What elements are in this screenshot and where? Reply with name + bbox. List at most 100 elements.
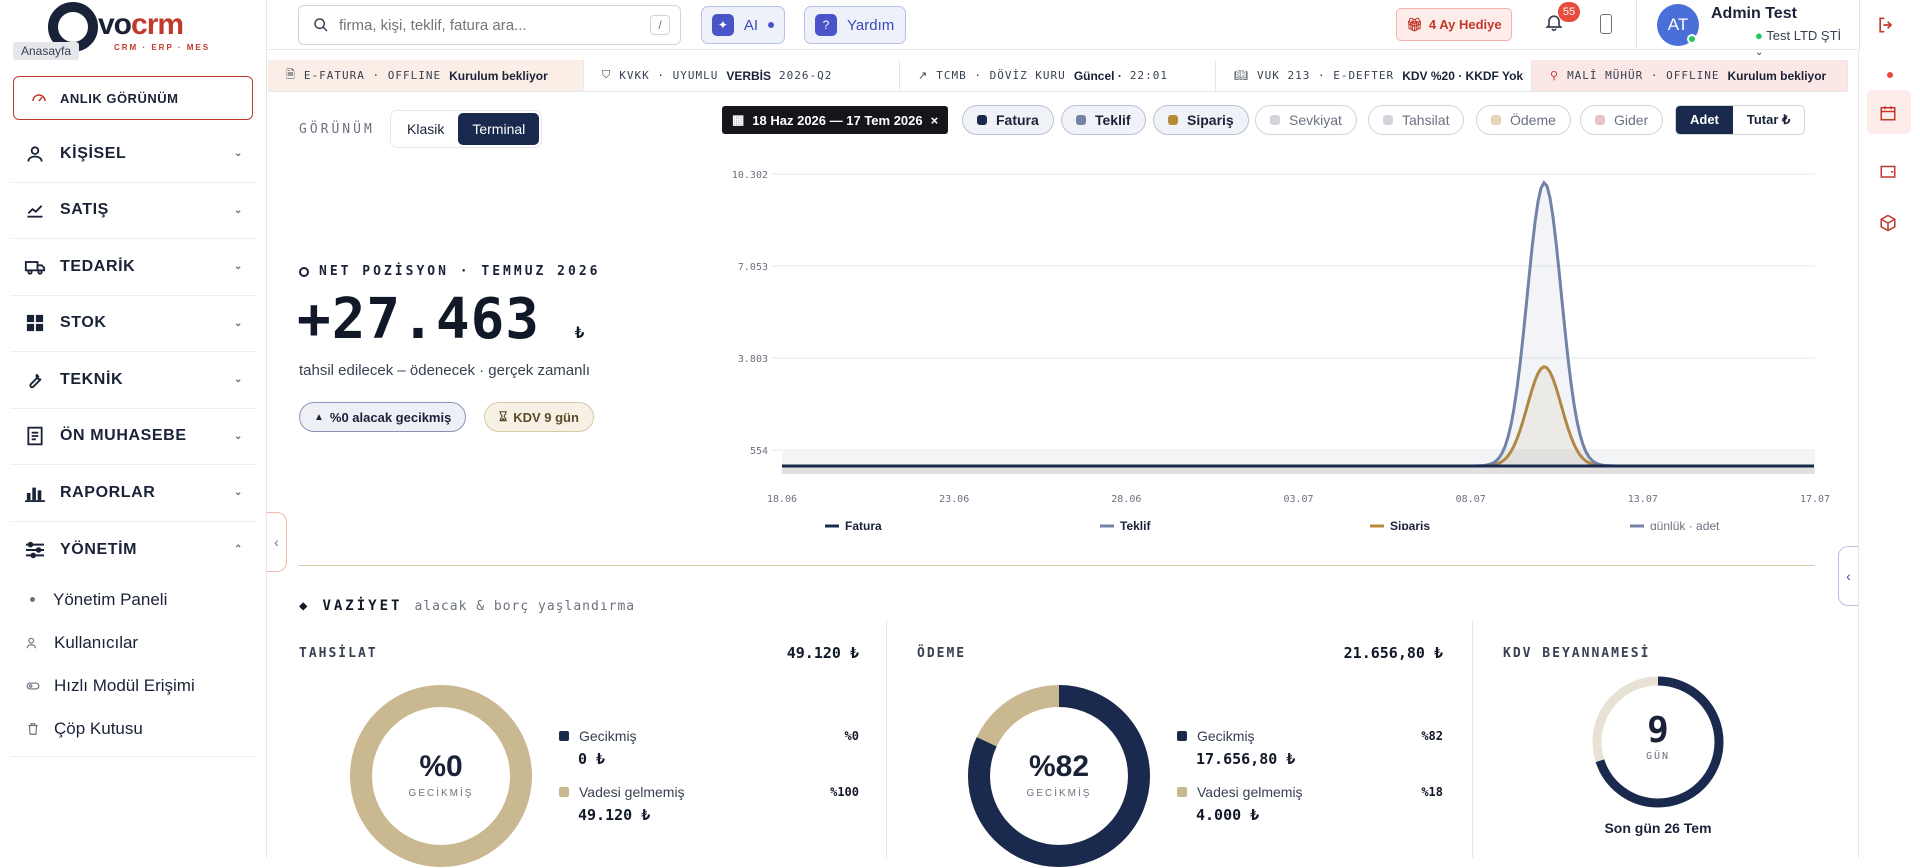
filter-chip-fatura[interactable]: Fatura	[962, 105, 1054, 135]
x-tick-label: 08.07	[1456, 494, 1486, 505]
live-view-button[interactable]: ANLIK GÖRÜNÜM	[13, 76, 253, 120]
logo-accent: crm	[131, 8, 184, 41]
subnav-kullanicilar[interactable]: Kullanıcılar	[10, 621, 257, 664]
chevron-down-icon: ⌄	[234, 204, 243, 216]
legend-label: Gecikmiş	[1197, 728, 1255, 744]
gift-button[interactable]: 🎁︎ 4 Ay Hediye	[1396, 8, 1512, 41]
x-tick-label: 18.06	[767, 494, 797, 505]
wallet-icon[interactable]	[1879, 162, 1897, 185]
logout-icon[interactable]	[1859, 0, 1911, 50]
right-panel-collapse-button[interactable]: ‹	[1838, 546, 1858, 606]
net-value: +27.463	[297, 287, 541, 352]
overdue-pill-label: %0 alacak gecikmiş	[329, 409, 452, 425]
calendar-icon: ▦	[732, 112, 745, 127]
swatch	[1076, 115, 1086, 125]
search-input[interactable]	[339, 16, 639, 34]
status-val: VERBİS	[726, 68, 772, 83]
filter-chip-tahsilat[interactable]: Tahsilat	[1368, 105, 1465, 135]
nav-stok[interactable]: STOK ⌄	[10, 296, 257, 352]
legend-pct: %18	[1421, 785, 1443, 799]
status-key: TCMB · DÖVİZ KURU	[936, 69, 1066, 82]
filter-label: Fatura	[996, 112, 1039, 128]
logo-text: vo	[98, 8, 132, 41]
nav-label: RAPORLAR	[60, 483, 156, 501]
legend-label: Vadesi gelmemiş	[1197, 784, 1303, 800]
filter-label: Tahsilat	[1402, 112, 1450, 128]
unit-adet[interactable]: Adet	[1676, 106, 1733, 134]
hourglass-icon: ⌛︎	[499, 409, 508, 424]
date-range-filter[interactable]: ▦ 18 Haz 2026 — 17 Tem 2026 ×	[722, 106, 949, 134]
trash-icon	[28, 722, 38, 735]
kdv-days: 9 GÜN	[1588, 710, 1728, 762]
right-rail	[1858, 50, 1920, 858]
status-tcmb[interactable]: ↗ TCMB · DÖVİZ KURU Güncel · 22:01	[900, 60, 1216, 92]
subnav-hizli-modul[interactable]: Hızlı Modül Erişimi	[10, 664, 257, 707]
filter-label: Gider	[1614, 112, 1649, 128]
kdv-days-value: 9	[1647, 710, 1669, 751]
nav-label: YÖNETİM	[60, 540, 138, 558]
status-vuk[interactable]: 📖︎ VUK 213 · E-DEFTER KDV %20 · KKDF Yok	[1216, 60, 1532, 92]
nav-label: TEDARİK	[60, 257, 136, 275]
activity-chart: 10.302 7.053 3.803 554 18.06 23.06 28.06 03.07 0…	[732, 170, 1830, 530]
subnav-yonetim-paneli[interactable]: Yönetim Paneli	[10, 578, 257, 621]
view-terminal[interactable]: Terminal	[458, 113, 540, 145]
sparkle-icon: ✦	[712, 14, 734, 36]
x-tick-label: 03.07	[1283, 494, 1313, 505]
sidebar: vocrm CRM · ERP · MES Anasayfa ANLIK GÖR…	[0, 0, 267, 858]
status-mali-muhur[interactable]: ⚲ MALİ MÜHÜR · OFFLINE Kurulum bekliyor	[1532, 60, 1848, 92]
subnav-cop-kutusu[interactable]: Çöp Kutusu	[10, 707, 257, 750]
view-klasik[interactable]: Klasik	[393, 113, 458, 145]
seal-icon: ⚲	[1550, 70, 1560, 82]
nav-on-muhasebe[interactable]: ÖN MUHASEBE ⌄	[10, 409, 257, 465]
unit-tutar[interactable]: Tutar ₺	[1733, 106, 1804, 134]
chevron-left-icon: ‹	[1846, 568, 1851, 584]
status-key: E-FATURA · OFFLINE	[303, 69, 442, 82]
nav-satis[interactable]: SATIŞ ⌄	[10, 183, 257, 239]
status-kvkk[interactable]: ⛉ KVKK · UYUMLU VERBİS 2026-Q2	[584, 60, 900, 92]
legend-not-due: Vadesi gelmemiş	[559, 784, 685, 800]
kdv-days-label: GÜN	[1645, 751, 1671, 762]
topbar: / ✦ AI ? Yardım 🎁︎ 4 Ay Hediye 55 AT Admin …	[268, 0, 1892, 58]
chevron-up-icon: ⌃	[234, 543, 243, 555]
filter-chip-sipariş[interactable]: Sipariş	[1153, 105, 1249, 135]
nav-yonetim[interactable]: YÖNETİM ⌃	[10, 522, 257, 579]
sidebar-collapse-button[interactable]: ‹	[267, 512, 287, 572]
gift-label: 4 Ay Hediye	[1428, 17, 1502, 32]
help-button[interactable]: ? Yardım	[804, 6, 906, 44]
filter-chip-ödeme[interactable]: Ödeme	[1476, 105, 1571, 135]
mobile-icon[interactable]	[1600, 14, 1612, 34]
filter-chip-gider[interactable]: Gider	[1580, 105, 1664, 135]
ai-button[interactable]: ✦ AI	[701, 6, 785, 44]
card-separator	[886, 620, 887, 858]
legend-label: Sipariş	[1390, 519, 1430, 530]
overdue-pill[interactable]: ▲ %0 alacak gecikmiş	[299, 402, 467, 432]
gift-icon: 🎁︎	[1406, 16, 1423, 32]
ai-label: AI	[743, 16, 759, 34]
status-val: KDV %20 · KKDF Yok	[1402, 68, 1524, 83]
y-tick-label: 10.302	[732, 170, 768, 181]
search-box[interactable]: /	[298, 5, 681, 45]
box-icon[interactable]	[1879, 214, 1897, 237]
date-range-label: 18 Haz 2026 — 17 Tem 2026	[752, 112, 923, 128]
legend-label: Gecikmiş	[579, 728, 637, 744]
nav-tedarik[interactable]: TEDARİK ⌄	[10, 239, 257, 296]
status-efatura[interactable]: 🗎︎ E-FATURA · OFFLINE Kurulum bekliyor	[268, 60, 584, 92]
nav-teknik[interactable]: TEKNİK ⌄	[10, 352, 257, 409]
nav-label: STOK	[60, 314, 107, 332]
subnav-label: Yönetim Paneli	[53, 589, 168, 609]
user-menu[interactable]: AT Admin Test ● Test LTD ŞTİ ⌄	[1636, 0, 1846, 58]
y-tick-label: 3.803	[738, 354, 768, 365]
help-icon: ?	[815, 14, 837, 36]
nav-kisisel[interactable]: KİŞİSEL ⌄	[10, 126, 257, 183]
nav-raporlar[interactable]: RAPORLAR ⌄	[10, 465, 257, 522]
swatch	[977, 115, 987, 125]
kdv-pill[interactable]: ⌛︎ KDV 9 gün	[484, 402, 594, 432]
close-icon[interactable]: ×	[931, 113, 939, 128]
filter-chip-sevkiyat[interactable]: Sevkiyat	[1255, 105, 1357, 135]
filter-chip-teklif[interactable]: Teklif	[1061, 105, 1146, 135]
status-extra: 2026-Q2	[779, 69, 833, 82]
book-icon: 📖︎	[1234, 70, 1249, 82]
swatch	[559, 731, 569, 741]
calendar-icon[interactable]	[1879, 104, 1897, 127]
chevron-down-icon: ⌄	[234, 487, 243, 498]
